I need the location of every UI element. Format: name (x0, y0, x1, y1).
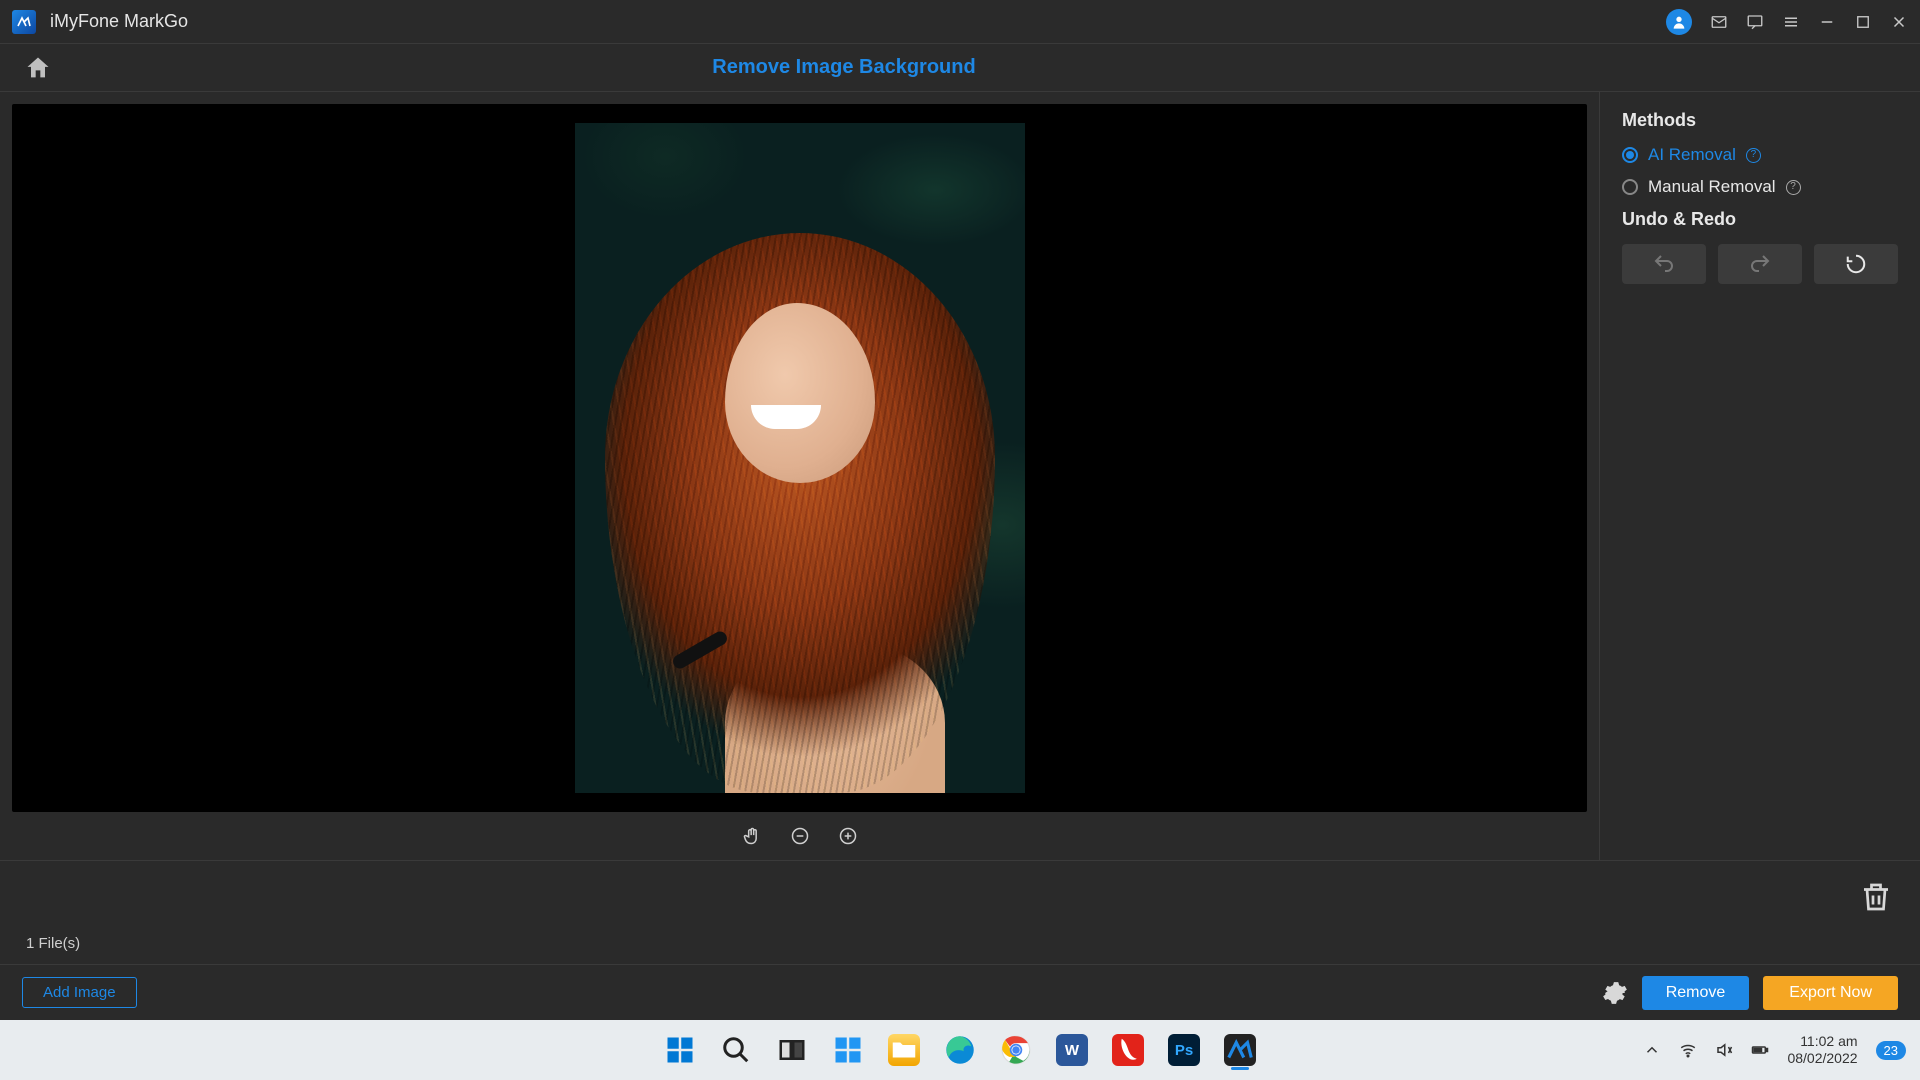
reset-button[interactable] (1814, 244, 1898, 284)
zoom-out-icon[interactable] (790, 826, 810, 846)
app-logo-icon (12, 10, 36, 34)
volume-icon[interactable] (1715, 1041, 1733, 1059)
loaded-image (575, 123, 1025, 793)
method-manual-removal[interactable]: Manual Removal ? (1622, 177, 1898, 197)
taskbar-pinned-apps: W Ps (658, 1028, 1262, 1072)
task-view-icon[interactable] (770, 1028, 814, 1072)
pan-hand-icon[interactable] (742, 826, 762, 846)
maximize-icon[interactable] (1854, 13, 1872, 31)
close-icon[interactable] (1890, 13, 1908, 31)
acrobat-icon[interactable] (1106, 1028, 1150, 1072)
clock-date: 08/02/2022 (1787, 1050, 1857, 1067)
mail-icon[interactable] (1710, 13, 1728, 31)
image-canvas[interactable] (12, 104, 1587, 812)
word-icon[interactable]: W (1050, 1028, 1094, 1072)
clock-time: 11:02 am (1787, 1033, 1857, 1050)
sidebar: Methods AI Removal ? Manual Removal ? Un… (1600, 92, 1920, 860)
undo-button[interactable] (1622, 244, 1706, 284)
undo-redo-heading: Undo & Redo (1622, 209, 1898, 230)
radio-selected-icon (1622, 147, 1638, 163)
undo-redo-row (1622, 244, 1898, 284)
method-manual-label: Manual Removal (1648, 177, 1776, 197)
thumbnail-strip: 1 File(s) (0, 860, 1920, 964)
method-ai-removal[interactable]: AI Removal ? (1622, 145, 1898, 165)
radio-unselected-icon (1622, 179, 1638, 195)
zoom-in-icon[interactable] (838, 826, 858, 846)
feedback-icon[interactable] (1746, 13, 1764, 31)
minimize-icon[interactable] (1818, 13, 1836, 31)
help-icon[interactable]: ? (1786, 180, 1801, 195)
wifi-icon[interactable] (1679, 1041, 1697, 1059)
remove-button[interactable]: Remove (1642, 976, 1750, 1010)
methods-heading: Methods (1622, 110, 1898, 131)
titlebar: iMyFone MarkGo (0, 0, 1920, 44)
settings-icon[interactable] (1602, 980, 1628, 1006)
file-count: 1 File(s) (26, 935, 80, 952)
widgets-icon[interactable] (826, 1028, 870, 1072)
home-icon[interactable] (24, 54, 52, 82)
edge-icon[interactable] (938, 1028, 982, 1072)
method-ai-label: AI Removal (1648, 145, 1736, 165)
canvas-panel (0, 92, 1600, 860)
battery-icon[interactable] (1751, 1041, 1769, 1059)
bottom-panel: 1 File(s) Add Image Remove Export Now (0, 860, 1920, 1020)
chrome-icon[interactable] (994, 1028, 1038, 1072)
delete-icon[interactable] (1858, 879, 1894, 921)
page-title: Remove Image Background (712, 56, 975, 79)
system-tray: 11:02 am 08/02/2022 23 (1643, 1033, 1906, 1067)
file-explorer-icon[interactable] (882, 1028, 926, 1072)
windows-taskbar: W Ps 11:02 am 08/02/2022 23 (0, 1020, 1920, 1080)
menu-icon[interactable] (1782, 13, 1800, 31)
app-window: iMyFone MarkGo (0, 0, 1920, 1020)
action-bar: Add Image Remove Export Now (0, 964, 1920, 1020)
add-image-button[interactable]: Add Image (22, 977, 137, 1008)
main-area: Methods AI Removal ? Manual Removal ? Un… (0, 92, 1920, 860)
export-now-button[interactable]: Export Now (1763, 976, 1898, 1010)
headerbar: Remove Image Background (0, 44, 1920, 92)
app-title: iMyFone MarkGo (50, 11, 188, 32)
redo-button[interactable] (1718, 244, 1802, 284)
notification-count[interactable]: 23 (1876, 1041, 1906, 1060)
start-icon[interactable] (658, 1028, 702, 1072)
photoshop-icon[interactable]: Ps (1162, 1028, 1206, 1072)
tray-chevron-icon[interactable] (1643, 1041, 1661, 1059)
account-icon[interactable] (1666, 9, 1692, 35)
titlebar-actions (1666, 9, 1908, 35)
canvas-tools (12, 812, 1587, 860)
help-icon[interactable]: ? (1746, 148, 1761, 163)
markgo-taskbar-icon[interactable] (1218, 1028, 1262, 1072)
taskbar-clock[interactable]: 11:02 am 08/02/2022 (1787, 1033, 1857, 1067)
search-icon[interactable] (714, 1028, 758, 1072)
